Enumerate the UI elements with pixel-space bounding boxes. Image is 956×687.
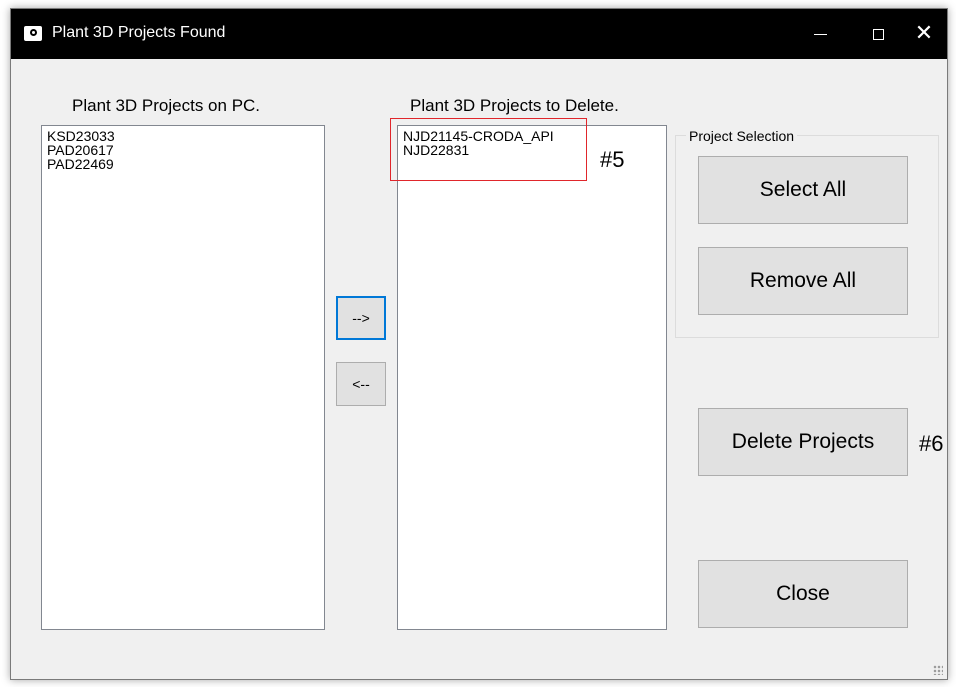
remove-from-delete-button[interactable]: <-- xyxy=(336,362,386,406)
maximize-button[interactable] xyxy=(853,9,903,59)
delete-projects-button[interactable]: Delete Projects xyxy=(698,408,908,476)
add-to-delete-button[interactable]: --> xyxy=(336,296,386,340)
window-title: Plant 3D Projects Found xyxy=(52,24,226,41)
remove-all-button[interactable]: Remove All xyxy=(698,247,908,315)
list-item[interactable]: KSD23033 xyxy=(47,129,319,143)
select-all-button[interactable]: Select All xyxy=(698,156,908,224)
title-bar[interactable]: Plant 3D Projects Found ✕ xyxy=(11,9,947,59)
step6-annotation: #6 xyxy=(919,431,944,456)
step5-annotation: #5 xyxy=(600,147,625,172)
app-icon xyxy=(24,26,42,41)
project-selection-legend: Project Selection xyxy=(686,128,798,144)
resize-grip-icon[interactable] xyxy=(933,665,943,675)
close-button[interactable]: Close xyxy=(698,560,908,628)
delete-projects-listbox[interactable]: NJD21145-CRODA_API NJD22831 xyxy=(397,125,667,630)
list-item[interactable]: PAD20617 xyxy=(47,143,319,157)
list-item[interactable]: PAD22469 xyxy=(47,157,319,171)
maximize-icon xyxy=(872,28,884,40)
list-item[interactable]: NJD21145-CRODA_API xyxy=(403,129,661,143)
minimize-button[interactable] xyxy=(795,9,845,59)
close-icon: ✕ xyxy=(914,21,934,46)
dialog-window: Plant 3D Projects Found ✕ Plant 3D Proje… xyxy=(10,8,948,680)
pc-projects-listbox[interactable]: KSD23033 PAD20617 PAD22469 xyxy=(41,125,325,630)
close-window-button[interactable]: ✕ xyxy=(899,9,949,59)
pc-projects-label: Plant 3D Projects on PC. xyxy=(72,96,261,115)
delete-projects-label: Plant 3D Projects to Delete. xyxy=(410,96,619,115)
minimize-icon xyxy=(813,33,827,35)
